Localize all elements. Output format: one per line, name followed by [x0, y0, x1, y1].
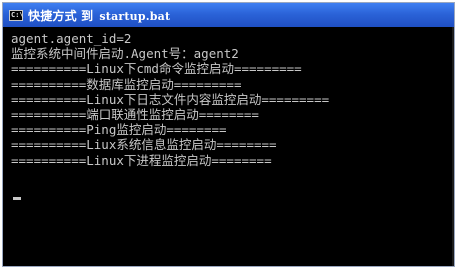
- text-cursor: [13, 197, 21, 200]
- console-line-process-monitor: ==========Linux下进程监控启动========: [11, 152, 272, 168]
- console-window[interactable]: C:\ 快捷方式 到 startup.bat agent.agent_id=2 监…: [2, 2, 455, 267]
- console-line-agent-id: agent.agent_id=2: [11, 31, 132, 46]
- console-line-db-monitor: ==========数据库监控启动=========: [11, 76, 242, 92]
- console-line-middleware-start: 监控系统中间件启动.Agent号：agent2: [11, 46, 239, 62]
- console-line-log-monitor: ==========Linux下日志文件内容监控启动=========: [11, 91, 330, 107]
- window-right-edge: [452, 27, 454, 266]
- console-line-ping-monitor: ==========Ping监控启动========: [11, 122, 227, 138]
- window-title: 快捷方式 到 startup.bat: [28, 7, 170, 24]
- cmd-icon-glyph: C:\: [11, 10, 24, 19]
- window-title-file: startup.bat: [99, 9, 171, 23]
- console-line-cmd-monitor: ==========Linux下cmd命令监控启动=========: [11, 61, 302, 77]
- window-title-prefix: 快捷方式 到: [28, 8, 94, 23]
- cmd-app-icon[interactable]: C:\: [9, 9, 24, 21]
- console-output[interactable]: agent.agent_id=2 监控系统中间件启动.Agent号：agent2…: [11, 31, 448, 266]
- console-line-port-monitor: ==========端口联通性监控启动========: [11, 106, 259, 122]
- console-line-sysinfo-monitor: ==========Liux系统信息监控启动========: [11, 137, 277, 153]
- title-bar[interactable]: C:\ 快捷方式 到 startup.bat: [3, 3, 454, 27]
